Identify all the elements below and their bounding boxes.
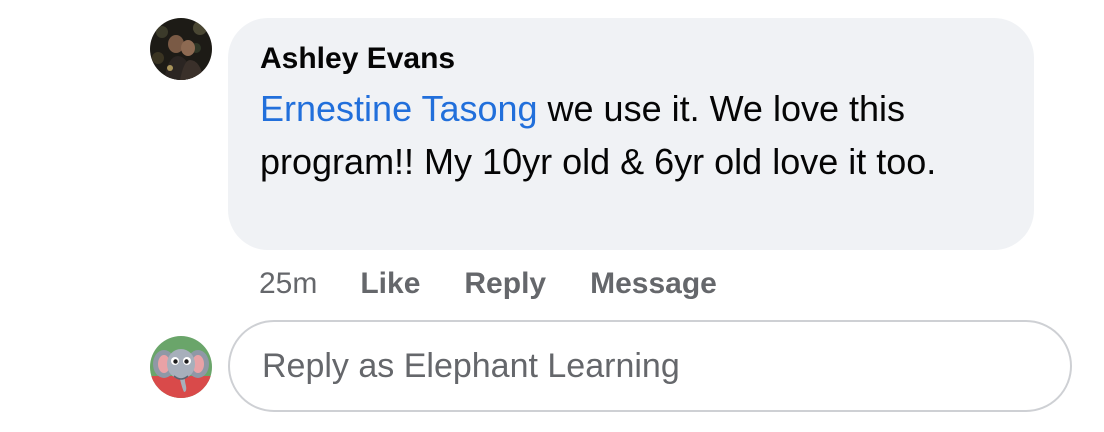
mention-link[interactable]: Ernestine Tasong: [260, 88, 538, 129]
like-button[interactable]: Like: [360, 267, 420, 301]
comment-actions: 25m Like Reply Message: [259, 262, 761, 306]
message-button[interactable]: Message: [590, 267, 717, 301]
comment-thread: Ashley Evans Ernestine Tasong we use it.…: [0, 0, 1104, 432]
elephant-logo-icon: [150, 336, 212, 398]
comment-bubble: Ashley Evans Ernestine Tasong we use it.…: [228, 18, 1034, 250]
reply-avatar[interactable]: [150, 336, 212, 398]
commenter-avatar[interactable]: [150, 18, 212, 80]
user-photo-avatar-icon: [150, 18, 212, 80]
comment-author[interactable]: Ashley Evans: [260, 40, 1004, 78]
comment-body: Ernestine Tasong we use it. We love this…: [260, 82, 1004, 188]
reply-button[interactable]: Reply: [464, 267, 546, 301]
reply-field[interactable]: [228, 320, 1072, 412]
comment-timestamp[interactable]: 25m: [259, 267, 317, 301]
reply-input[interactable]: [260, 345, 1044, 387]
